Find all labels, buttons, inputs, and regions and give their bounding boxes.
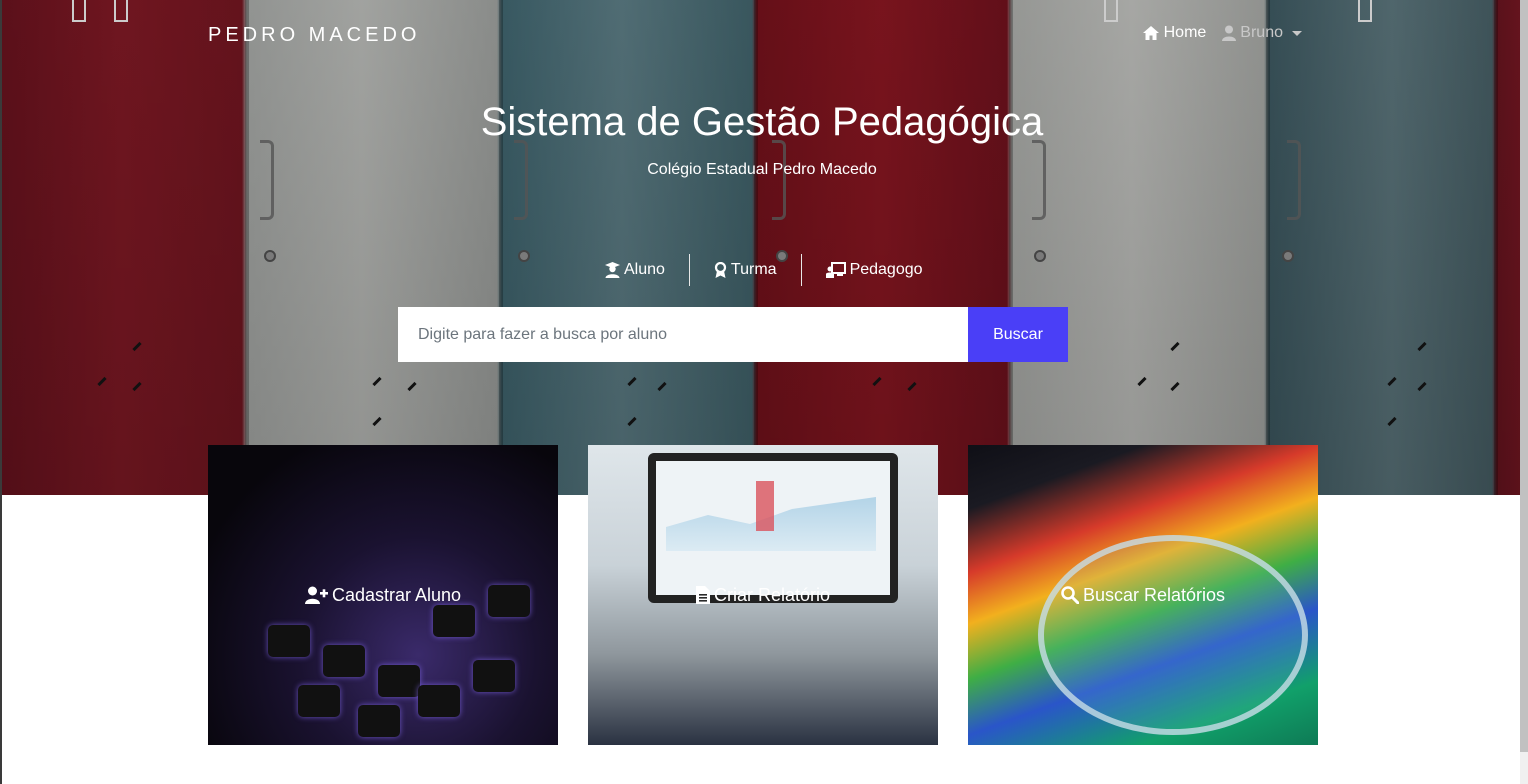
search-button[interactable]: Buscar bbox=[968, 307, 1068, 362]
brand-logo[interactable]: PEDRO MACEDO bbox=[208, 24, 420, 47]
locker-vent bbox=[627, 416, 637, 427]
locker-vent bbox=[1387, 416, 1397, 427]
locker-bolt bbox=[1034, 250, 1046, 262]
locker-handle bbox=[1287, 140, 1301, 220]
card-label: Buscar Relatórios bbox=[1061, 585, 1225, 606]
locker-vent bbox=[907, 381, 917, 392]
scrollbar-thumb[interactable] bbox=[1520, 0, 1528, 752]
locker-vent bbox=[1417, 341, 1427, 352]
card-criar-relatorio[interactable]: Criar Relatório bbox=[588, 445, 938, 745]
locker-vent bbox=[97, 376, 107, 387]
locker-notch bbox=[72, 0, 86, 22]
search-type-filters: Aluno Turma Pedagogo bbox=[581, 254, 947, 286]
locker-vent bbox=[1417, 381, 1427, 392]
filter-pedagogo-label: Pedagogo bbox=[849, 261, 923, 278]
card-buscar-relatorios[interactable]: Buscar Relatórios bbox=[968, 445, 1318, 745]
card-label: Criar Relatório bbox=[695, 584, 831, 606]
user-icon bbox=[1222, 25, 1237, 41]
keyboard-key bbox=[323, 645, 365, 677]
locker-divider bbox=[1009, 0, 1013, 495]
locker-vent bbox=[657, 381, 667, 392]
locker-handle bbox=[514, 140, 528, 220]
locker-notch bbox=[1104, 0, 1118, 22]
locker-vent bbox=[1387, 376, 1397, 387]
chalkboard-teacher-icon bbox=[825, 262, 846, 278]
keyboard-key bbox=[378, 665, 420, 697]
laptop-screen bbox=[648, 453, 898, 603]
locker-divider bbox=[499, 0, 503, 495]
keyboard-key bbox=[433, 605, 475, 637]
locker-vent bbox=[627, 376, 637, 387]
filter-aluno-label: Aluno bbox=[624, 261, 665, 278]
locker-handle bbox=[772, 140, 786, 220]
locker-vent bbox=[1137, 376, 1147, 387]
keyboard-key bbox=[268, 625, 310, 657]
card-label: Cadastrar Aluno bbox=[304, 584, 462, 606]
locker-handle bbox=[1032, 140, 1046, 220]
magnifier-lens bbox=[1038, 535, 1308, 735]
chevron-down-icon bbox=[1292, 30, 1302, 36]
locker-handle bbox=[260, 140, 274, 220]
user-plus-icon bbox=[304, 586, 328, 604]
locker-bolt bbox=[1282, 250, 1294, 262]
card-criar-relatorio-label: Criar Relatório bbox=[713, 584, 831, 605]
card-cadastrar-aluno[interactable]: Cadastrar Aluno bbox=[208, 445, 558, 745]
keyboard-key bbox=[473, 660, 515, 692]
locker-vent bbox=[872, 376, 882, 387]
hero-banner: PEDRO MACEDO Home Bruno Sistema de Gestã… bbox=[2, 0, 1522, 495]
nav-home-link[interactable]: Home bbox=[1142, 24, 1207, 42]
locker-vent bbox=[407, 381, 417, 392]
card-cadastrar-aluno-label: Cadastrar Aluno bbox=[331, 584, 462, 605]
card-buscar-relatorios-label: Buscar Relatórios bbox=[1082, 584, 1226, 605]
top-nav: Home Bruno bbox=[1142, 24, 1302, 42]
search-input[interactable] bbox=[398, 307, 968, 362]
keyboard-key bbox=[488, 585, 530, 617]
page-subtitle: Colégio Estadual Pedro Macedo bbox=[647, 161, 877, 178]
keyboard-key bbox=[418, 685, 460, 717]
nav-home-label: Home bbox=[1163, 24, 1207, 41]
keyboard-key bbox=[358, 705, 400, 737]
user-dropdown[interactable]: Bruno bbox=[1222, 24, 1302, 42]
chart-highlight bbox=[756, 481, 774, 531]
locker-divider bbox=[754, 0, 758, 495]
locker-vent bbox=[1170, 341, 1180, 352]
filter-pedagogo[interactable]: Pedagogo bbox=[802, 261, 947, 279]
locker-vent bbox=[132, 381, 142, 392]
user-graduate-icon bbox=[605, 262, 620, 278]
locker-notch bbox=[114, 0, 128, 22]
locker-notch bbox=[1358, 0, 1372, 22]
page: PEDRO MACEDO Home Bruno Sistema de Gestã… bbox=[0, 0, 1528, 784]
keyboard-key bbox=[298, 685, 340, 717]
locker-vent bbox=[372, 416, 382, 427]
user-name-label: Bruno bbox=[1240, 24, 1283, 41]
locker-bolt bbox=[518, 250, 530, 262]
locker-divider bbox=[1494, 0, 1498, 495]
search-icon bbox=[1061, 586, 1079, 604]
search-bar: Buscar bbox=[398, 307, 1068, 362]
locker-divider bbox=[1266, 0, 1270, 495]
home-icon bbox=[1142, 26, 1159, 40]
locker-vent bbox=[132, 341, 142, 352]
page-title: Sistema de Gestão Pedagógica bbox=[480, 100, 1044, 144]
locker-divider bbox=[245, 0, 249, 495]
filter-turma-label: Turma bbox=[730, 261, 777, 278]
locker-vent bbox=[372, 376, 382, 387]
scrollbar[interactable] bbox=[1520, 0, 1528, 784]
file-icon bbox=[695, 586, 710, 604]
locker-bolt bbox=[264, 250, 276, 262]
filter-turma[interactable]: Turma bbox=[690, 261, 801, 279]
locker-vent bbox=[1170, 381, 1180, 392]
filter-aluno[interactable]: Aluno bbox=[581, 261, 689, 279]
award-icon bbox=[714, 262, 727, 278]
